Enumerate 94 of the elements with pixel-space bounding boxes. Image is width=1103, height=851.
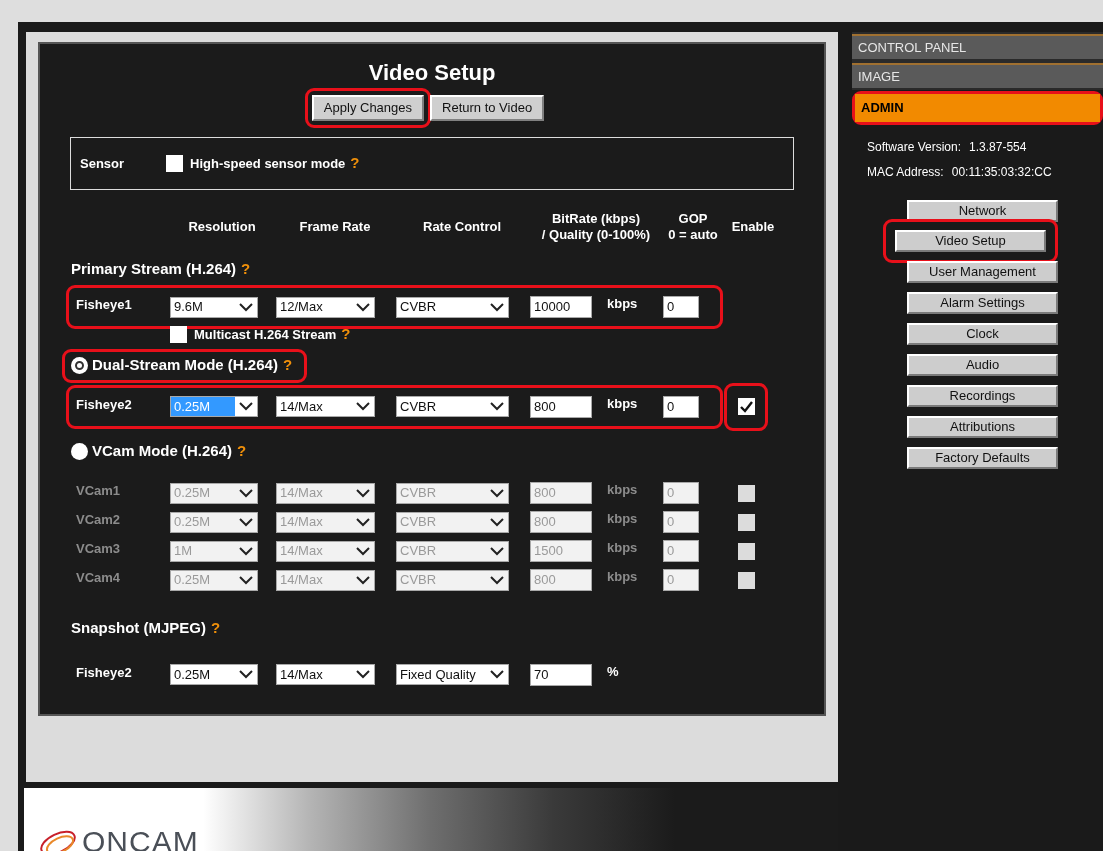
unit-label: %	[607, 662, 620, 681]
dropdown[interactable]: Fixed Quality	[396, 664, 509, 685]
page-title: Video Setup	[367, 60, 497, 86]
column-header: Resolution	[187, 219, 257, 235]
input-field[interactable]: 10000	[530, 296, 592, 318]
menu-button[interactable]: Network	[907, 199, 1058, 222]
chevron-down-icon	[490, 670, 504, 679]
unit-label: kbps	[607, 510, 639, 528]
stream-name: VCam2	[76, 511, 122, 529]
chevron-down-icon	[239, 302, 253, 312]
toolbar-button[interactable]: Return to Video	[430, 95, 545, 121]
toolbar-button[interactable]: Apply Changes	[311, 95, 425, 121]
help-link[interactable]: ?	[282, 354, 293, 377]
radio-button[interactable]	[71, 443, 88, 460]
menu-button[interactable]: Factory Defaults	[907, 446, 1058, 469]
dropdown[interactable]: 0.25M	[170, 664, 258, 685]
chevron-down-icon	[239, 488, 253, 498]
menu-tab[interactable]: CONTROL PANEL	[852, 34, 1103, 59]
help-link[interactable]: ?	[341, 323, 351, 346]
column-header: GOP 0 = auto	[667, 211, 719, 243]
dropdown[interactable]: CVBR	[396, 296, 509, 318]
column-header: Rate Control	[422, 219, 502, 235]
unit-label: kbps	[607, 539, 639, 557]
checkbox[interactable]	[170, 325, 187, 343]
input-field[interactable]: 70	[530, 663, 592, 686]
stream-name: VCam1	[76, 482, 122, 500]
dropdown[interactable]: 12/Max	[276, 296, 375, 318]
chevron-down-icon	[356, 670, 370, 679]
info-label: Software Version:	[867, 139, 962, 156]
chevron-down-icon	[239, 546, 253, 556]
stream-name: VCam3	[76, 540, 122, 558]
menu-tab[interactable]: ADMIN	[855, 94, 1100, 122]
section-heading: Snapshot (MJPEG)	[71, 618, 206, 639]
stream-name: VCam4	[76, 569, 122, 587]
chevron-down-icon	[490, 575, 504, 585]
mode-label: VCam Mode (H.264)	[92, 441, 233, 462]
mode-label: Dual-Stream Mode (H.264)	[92, 355, 278, 376]
info-value: 1.3.87-554	[969, 139, 1027, 156]
dropdown[interactable]: CVBR	[396, 396, 509, 417]
stream-name: Fisheye1	[76, 296, 133, 314]
chevron-down-icon	[239, 575, 253, 585]
chevron-down-icon	[239, 670, 253, 679]
chevron-down-icon	[490, 302, 504, 312]
menu-button[interactable]: User Management	[907, 260, 1058, 283]
input-field[interactable]: 800	[530, 395, 592, 418]
menu-button[interactable]: Alarm Settings	[907, 291, 1058, 314]
input-field[interactable]: 0	[663, 296, 699, 318]
info-value: 00:11:35:03:32:CC	[951, 164, 1052, 181]
section-heading: Primary Stream (H.264)	[71, 258, 237, 279]
column-header: Enable	[730, 219, 776, 235]
chevron-down-icon	[356, 546, 370, 556]
unit-label: kbps	[607, 568, 639, 586]
help-link[interactable]: ?	[241, 257, 251, 281]
mode-option[interactable]: VCam Mode (H.264) ?	[62, 434, 262, 469]
dropdown[interactable]: 9.6M	[170, 296, 258, 318]
chevron-down-icon	[356, 517, 370, 527]
option-label: High-speed sensor mode	[190, 154, 346, 173]
chevron-down-icon	[356, 575, 370, 585]
menu-button[interactable]: Recordings	[907, 384, 1058, 407]
chevron-down-icon	[490, 546, 504, 556]
mode-option[interactable]: Dual-Stream Mode (H.264) ?	[62, 348, 308, 383]
checkbox[interactable]	[166, 155, 183, 172]
unit-label: kbps	[607, 295, 639, 313]
unit-label: kbps	[607, 394, 639, 413]
sensor-label: Sensor	[80, 154, 126, 173]
dropdown[interactable]: 14/Max	[276, 396, 375, 417]
checkmark-icon	[739, 400, 753, 413]
stream-name: Fisheye2	[76, 395, 133, 414]
stream-name: Fisheye2	[76, 663, 133, 682]
menu-button[interactable]: Audio	[907, 353, 1058, 376]
dropdown[interactable]: 14/Max	[276, 664, 375, 685]
option-label: Multicast H.264 Stream	[194, 325, 337, 344]
menu-button[interactable]: Attributions	[907, 415, 1058, 438]
info-label: MAC Address:	[867, 164, 944, 181]
chevron-down-icon	[490, 517, 504, 527]
help-link[interactable]: ?	[350, 152, 360, 175]
chevron-down-icon	[239, 402, 253, 411]
radio-button[interactable]	[71, 357, 88, 374]
column-header: Frame Rate	[298, 219, 372, 235]
chevron-down-icon	[356, 402, 370, 411]
chevron-down-icon	[239, 517, 253, 527]
menu-button[interactable]: Video Setup	[895, 230, 1046, 252]
chevron-down-icon	[490, 488, 504, 498]
menu-button[interactable]: Clock	[907, 322, 1058, 345]
chevron-down-icon	[356, 488, 370, 498]
chevron-down-icon	[490, 402, 504, 411]
help-link[interactable]: ?	[211, 617, 221, 640]
menu-tab[interactable]: IMAGE	[852, 63, 1103, 88]
checkbox[interactable]	[737, 398, 755, 415]
input-field[interactable]: 0	[663, 395, 699, 418]
unit-label: kbps	[607, 481, 639, 499]
help-link[interactable]: ?	[237, 440, 247, 463]
column-header: BitRate (kbps) / Quality (0-100%)	[540, 211, 652, 243]
chevron-down-icon	[356, 302, 370, 312]
